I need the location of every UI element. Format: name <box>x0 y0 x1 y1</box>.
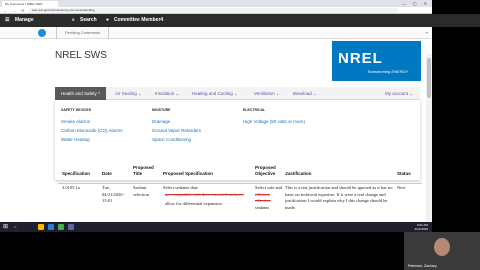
screen: My Comments | NREL SWS — ▢ ✕ ← → ⟳ sws.n… <box>0 0 480 270</box>
nav-my-account[interactable]: My account ⌄ <box>385 87 413 100</box>
proposed-spec-text-2: allow for differential expansion <box>165 201 222 206</box>
browser-tab-bar: My Comments | NREL SWS — ▢ ✕ <box>0 0 432 7</box>
main-nav: Health and Safety ^ Air Sealing ⌄ Insula… <box>55 87 420 100</box>
cell-objective: Select safe and efficient effective seal… <box>255 185 283 211</box>
cell-title: Sealant selection <box>133 185 149 197</box>
site-logo-icon[interactable] <box>38 29 46 37</box>
menu-column-safety-devices: SAFETY DEVICES Smoke Alarms Carbon Monox… <box>61 108 123 144</box>
cell-justification: This is a test justification and should … <box>285 185 393 210</box>
col-header-date: Date <box>102 171 112 176</box>
menu-link-smoke-alarms[interactable]: Smoke Alarms <box>61 117 123 126</box>
nrel-logo-mark: NREL <box>338 50 383 67</box>
objective-text-2: sealants <box>255 204 270 210</box>
nav-heating-cooling[interactable]: Heating and Cooling ⌄ <box>192 87 238 100</box>
user-link[interactable]: Committee Member4 <box>114 14 163 27</box>
pending-comments-tab[interactable]: Pending Comments <box>56 27 110 39</box>
os-taskbar: ⊞ ○ 9:01 AM 4/21/2020 <box>0 222 432 232</box>
menu-link-co-alarms[interactable]: Carbon Monoxide (CO) Alarms <box>61 126 123 135</box>
objective-deletion: efficient effective <box>255 191 271 204</box>
menu-header: MOISTURE <box>152 108 171 112</box>
window-controls[interactable]: — ▢ ✕ <box>402 0 430 7</box>
windows-start-icon[interactable]: ⊞ <box>3 224 9 230</box>
clock-date: 4/21/2020 <box>414 227 428 231</box>
teams-icon[interactable] <box>68 224 74 230</box>
objective-text: Select safe and <box>255 185 282 190</box>
menu-header: SAFETY DEVICES <box>61 108 92 112</box>
edge-icon[interactable] <box>48 224 54 230</box>
menu-link-water-heating[interactable]: Water Heating <box>61 135 123 144</box>
taskbar-search-icon[interactable]: ○ <box>14 224 16 229</box>
address-bar: ← → ⟳ sws.nrel.gov/comments/my-comments/… <box>0 7 432 14</box>
page-title: NREL SWS <box>55 50 107 61</box>
col-header-spec: Specification <box>62 171 91 176</box>
cell-date: Tue, 04/21/2020 - 15:01 <box>102 185 126 203</box>
nav-insulation[interactable]: Insulation ⌄ <box>155 87 179 100</box>
nav-baseload[interactable]: Baseload ⌄ <box>293 87 317 100</box>
sub-toolbar: Pending Comments ⇥ <box>0 27 432 39</box>
col-header-objective: Proposed Objective <box>255 165 276 176</box>
menu-link-drainage[interactable]: Drainage <box>152 117 201 126</box>
table-divider <box>58 183 422 184</box>
col-header-justification: Justification <box>285 171 312 176</box>
video-participant-tile[interactable]: Peterson, Zachary <box>404 232 480 270</box>
nav-ventilation[interactable]: Ventilation ⌄ <box>254 87 280 100</box>
menu-link-ground-vapor[interactable]: Ground Vapor Retarders <box>152 126 201 135</box>
participant-avatar <box>434 238 450 256</box>
search-icon[interactable]: ⌕ <box>72 14 75 27</box>
proposed-spec-deletion: are compatible with their intended surfa… <box>165 191 244 197</box>
scrollbar-thumb[interactable] <box>427 58 431 98</box>
menu-icon[interactable]: ☰ <box>5 14 9 27</box>
menu-column-electrical: ELECTRICAL High Voltage (50 volts or mor… <box>243 108 305 126</box>
menu-header: ELECTRICAL <box>243 108 266 112</box>
expand-icon[interactable]: ⇥ <box>425 27 428 39</box>
col-header-proposed-spec: Proposed Specification <box>163 171 214 176</box>
url-field[interactable]: sws.nrel.gov/comments/my-comments/pendin… <box>28 8 398 13</box>
col-header-title: Proposed Title <box>133 165 154 176</box>
taskbar-clock[interactable]: 9:01 AM 4/21/2020 <box>415 223 428 231</box>
cell-spec[interactable]: 3.0105.1a <box>62 185 80 192</box>
col-header-status: Status <box>397 171 411 176</box>
search-link[interactable]: Search <box>80 14 97 27</box>
nav-air-sealing[interactable]: Air Sealing ⌄ <box>115 87 142 100</box>
app-top-bar: ☰ Manage ⌕ Search ● Committee Member4 <box>0 14 432 27</box>
menu-link-high-voltage[interactable]: High Voltage (50 volts or more) <box>243 117 305 126</box>
nrel-logo-tagline: Transforming ENERGY <box>367 69 409 74</box>
comments-table: Specification Date Proposed Title Propos… <box>58 165 422 222</box>
chrome-icon[interactable] <box>58 224 64 230</box>
page-scrollbar[interactable] <box>426 54 432 222</box>
manage-link[interactable]: Manage <box>15 14 34 27</box>
file-explorer-icon[interactable] <box>38 224 44 230</box>
participant-name: Peterson, Zachary <box>408 264 437 268</box>
page-content: Pending Comments ⇥ NREL SWS NREL Transfo… <box>0 27 432 222</box>
menu-link-space-conditioning[interactable]: Space Conditioning <box>152 135 201 144</box>
cell-status: New <box>397 185 406 190</box>
nrel-logo[interactable]: NREL Transforming ENERGY <box>332 41 421 81</box>
nav-health-safety[interactable]: Health and Safety ^ <box>55 87 107 100</box>
right-strip <box>432 14 480 27</box>
user-icon[interactable]: ● <box>106 14 109 27</box>
nav-arrows-icon[interactable]: ← → ⟳ <box>3 7 27 14</box>
cell-proposed-spec: Select sealants that: are compatible wit… <box>163 185 253 208</box>
menu-column-moisture: MOISTURE Drainage Ground Vapor Retarders… <box>152 108 201 144</box>
